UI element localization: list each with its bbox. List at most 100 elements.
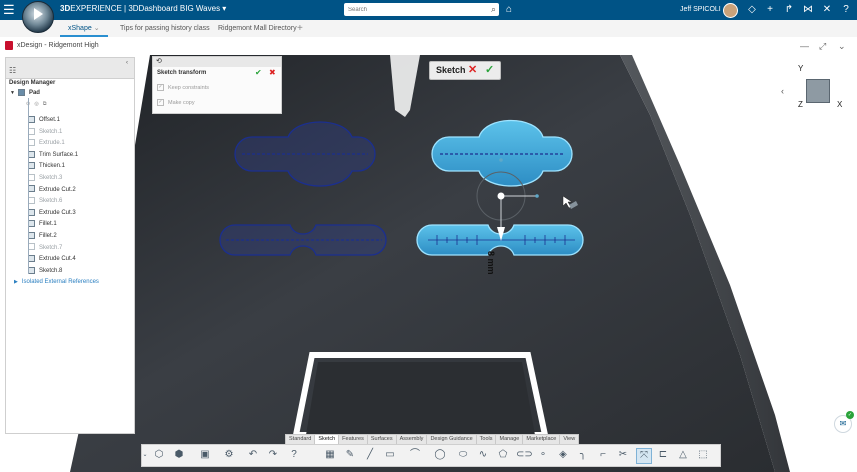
axis-x-label: X bbox=[837, 100, 843, 109]
chamfer-icon[interactable]: ⌐ bbox=[596, 448, 610, 462]
search-icon[interactable]: ⌕ bbox=[491, 4, 496, 15]
tools-icon[interactable]: ✕ bbox=[820, 3, 834, 17]
tree-root-pad[interactable]: ▼ Pad bbox=[10, 88, 40, 100]
accept-sketch-icon[interactable]: ✓ bbox=[485, 63, 494, 76]
minimize-icon[interactable]: — bbox=[800, 40, 809, 52]
add-tab-button[interactable]: + bbox=[297, 20, 303, 37]
tree-item-extrude[interactable]: Extrude.1 bbox=[28, 138, 138, 150]
axis-z-label: Z bbox=[798, 100, 803, 109]
compass-menu-icon[interactable]: ☰ bbox=[3, 3, 17, 17]
offset-icon[interactable]: ◈ bbox=[556, 448, 570, 462]
tree-item-external-references[interactable]: ▶ Isolated External References bbox=[14, 277, 138, 289]
transform-icon[interactable]: ⤧ bbox=[636, 448, 652, 464]
sketch-label: Sketch bbox=[436, 65, 466, 75]
chevron-down-icon[interactable]: ⌄ bbox=[142, 448, 148, 462]
tree-item-trim-surface[interactable]: Trim Surface.1 bbox=[28, 150, 138, 162]
xdesign-app-icon bbox=[5, 41, 13, 50]
search-box[interactable]: ⌕ bbox=[344, 3, 499, 16]
circle-icon[interactable]: ◯ bbox=[433, 448, 447, 462]
help-icon[interactable]: ? bbox=[287, 448, 301, 462]
add-icon[interactable]: + bbox=[763, 3, 777, 17]
sketch-grid-icon[interactable]: ▦ bbox=[323, 448, 337, 462]
tree-item-extrude-cut[interactable]: Extrude Cut.2 bbox=[28, 185, 138, 197]
tree-filter-icons[interactable]: ⊙ ◎ ⧉ bbox=[26, 101, 46, 107]
assembly-icon[interactable]: ⬢ bbox=[172, 448, 186, 462]
smart-dimension-icon[interactable]: ✎ bbox=[343, 448, 357, 462]
chevron-down-icon[interactable]: ⌄ bbox=[838, 40, 846, 52]
sketch-mode-badge: Sketch ✕ ✓ bbox=[429, 61, 501, 80]
tree-item-sketch[interactable]: Sketch.1 bbox=[28, 127, 138, 139]
tree-items: Offset.1 Sketch.1 Extrude.1 Trim Surface… bbox=[14, 115, 138, 289]
ellipse-icon[interactable]: ⬭ bbox=[456, 448, 470, 462]
tree-item-sketch[interactable]: Sketch.8 bbox=[28, 266, 138, 278]
tree-item-sketch[interactable]: Sketch.6 bbox=[28, 196, 138, 208]
expand-icon[interactable]: ⤢ bbox=[819, 40, 826, 52]
trim-icon[interactable]: ✂ bbox=[616, 448, 630, 462]
tree-title: Design Manager bbox=[9, 80, 56, 86]
slot-icon[interactable]: ⊂⊃ bbox=[516, 448, 533, 462]
tree-item-fillet[interactable]: Fillet.2 bbox=[28, 231, 138, 243]
document-title: xDesign - Ridgemont High bbox=[17, 42, 99, 49]
design-manager-panel: ☷ ‹ Design Manager ▼ Pad ⊙ ◎ ⧉ Offset.1 S… bbox=[5, 57, 135, 434]
checkbox-icon[interactable]: ✓ bbox=[157, 99, 164, 106]
keep-constraints-option[interactable]: ✓ Keep constraints bbox=[157, 84, 209, 91]
checkbox-icon[interactable]: ✓ bbox=[157, 84, 164, 91]
collapse-panel-icon[interactable]: ‹ bbox=[126, 60, 128, 66]
constraint-icon[interactable]: △ bbox=[676, 448, 690, 462]
manipulator-y-handle bbox=[499, 158, 503, 162]
search-input[interactable] bbox=[348, 3, 478, 16]
tag-icon[interactable]: ⌂ bbox=[506, 3, 512, 16]
tree-item-sketch[interactable]: Sketch.3 bbox=[28, 173, 138, 185]
tree-item-offset[interactable]: Offset.1 bbox=[28, 115, 138, 127]
action-bar-tabs: Standard Sketch Features Surfaces Assembly De… bbox=[285, 434, 580, 445]
tab-mall-directory[interactable]: Ridgemont Mall Directory bbox=[218, 20, 297, 37]
axis-y-label: Y bbox=[798, 64, 804, 73]
tree-item-fillet[interactable]: Fillet.1 bbox=[28, 219, 138, 231]
undo-icon[interactable]: ↶ bbox=[246, 448, 260, 462]
tab-xshape[interactable]: xShape ⌄ bbox=[60, 20, 108, 37]
brand-title: 3DEXPERIENCE | 3DDashboard BIG Waves ▾ bbox=[60, 4, 227, 13]
manipulator-x-handle bbox=[535, 194, 539, 198]
transform-icon: ⟲ bbox=[156, 58, 162, 65]
point-icon[interactable]: ∘ bbox=[536, 448, 550, 462]
chevron-left-icon[interactable]: ‹ bbox=[781, 86, 784, 96]
cancel-icon[interactable]: ✖ bbox=[269, 68, 276, 77]
redo-icon[interactable]: ↷ bbox=[266, 448, 280, 462]
avatar[interactable] bbox=[723, 3, 738, 18]
tree-connector-line bbox=[28, 98, 29, 274]
tree-item-thicken[interactable]: Thicken.1 bbox=[28, 161, 138, 173]
confirm-icon[interactable]: ✔ bbox=[255, 68, 262, 77]
sketch-transform-title: Sketch transform bbox=[157, 70, 207, 76]
tab-bar: xShape ⌄ Tips for passing history class … bbox=[0, 20, 857, 38]
spline-icon[interactable]: ∿ bbox=[476, 448, 490, 462]
document-title-bar: xDesign - Ridgemont High — ⤢ ⌄ bbox=[0, 37, 857, 56]
help-icon[interactable]: ? bbox=[839, 3, 853, 17]
tree-item-extrude-cut[interactable]: Extrude Cut.3 bbox=[28, 208, 138, 220]
arc-icon[interactable]: ⌒ bbox=[408, 448, 422, 462]
network-icon[interactable]: ⋈ bbox=[801, 3, 815, 17]
tree-item-sketch[interactable]: Sketch.7 bbox=[28, 243, 138, 255]
manipulator-center-handle bbox=[497, 192, 505, 200]
make-copy-option[interactable]: ✓ Make copy bbox=[157, 99, 195, 106]
share-icon[interactable]: ↱ bbox=[782, 3, 796, 17]
tab-history-tips[interactable]: Tips for passing history class bbox=[120, 20, 210, 37]
mirror-icon[interactable]: ⊏ bbox=[656, 448, 670, 462]
fillet-icon[interactable]: ╮ bbox=[576, 448, 590, 462]
sketch-transform-panel: ⟲ Sketch transform ✔ ✖ ✓ Keep constraints… bbox=[152, 56, 282, 114]
compass-play-icon[interactable] bbox=[34, 8, 43, 20]
part-icon[interactable]: ⬡ bbox=[152, 448, 166, 462]
settings-icon[interactable]: ⚙ bbox=[222, 448, 236, 462]
line-icon[interactable]: ╱ bbox=[363, 448, 377, 462]
rectangle-icon[interactable]: ▭ bbox=[383, 448, 397, 462]
polygon-icon[interactable]: ⬠ bbox=[496, 448, 510, 462]
user-name[interactable]: Jeff SPICOLI bbox=[680, 6, 721, 13]
3d-box-icon[interactable]: ⬚ bbox=[696, 448, 710, 462]
dimension-label[interactable]: 8 mm bbox=[486, 251, 496, 275]
exit-sketch-icon[interactable]: ✕ bbox=[468, 63, 477, 76]
tag-icon[interactable]: ◇ bbox=[745, 3, 759, 17]
tree-item-extrude-cut[interactable]: Extrude Cut.4 bbox=[28, 254, 138, 266]
tree-list-icon[interactable]: ☷ bbox=[9, 66, 16, 75]
view-cube[interactable] bbox=[806, 79, 830, 103]
top-bar: ☰ 3DEXPERIENCE | 3DDashboard BIG Waves ▾… bbox=[0, 0, 857, 20]
save-icon[interactable]: ▣ bbox=[198, 448, 212, 462]
